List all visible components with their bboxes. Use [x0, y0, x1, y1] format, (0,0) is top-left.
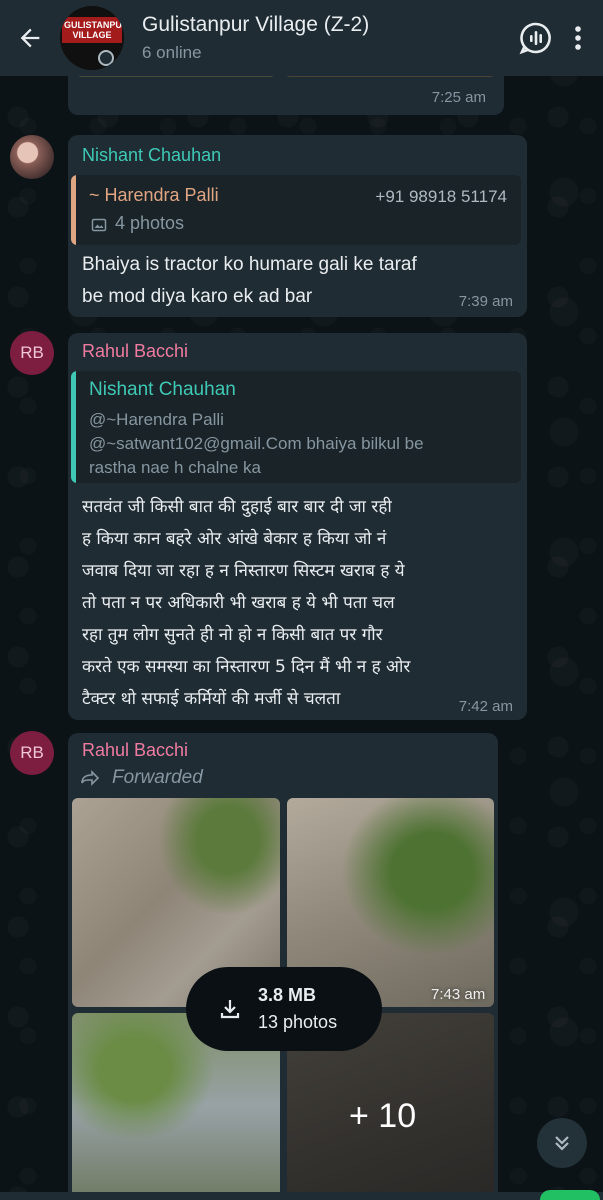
message-bubble[interactable]: Nishant Chauhan ~ Harendra Palli +91 989… — [68, 135, 527, 317]
image-icon — [91, 218, 107, 232]
avatar-initials: RB — [20, 343, 44, 362]
forward-icon — [81, 770, 100, 786]
avatar-initials: RB — [20, 743, 44, 762]
bottom-bar-edge — [0, 1192, 603, 1200]
message-line: रहा तुम लोग सुनते ही नो हो न किसी बात पर… — [82, 625, 383, 645]
download-count: 13 photos — [258, 1012, 338, 1032]
scroll-to-bottom-button[interactable] — [537, 1118, 587, 1168]
double-chevron-down-icon — [555, 1136, 569, 1151]
quoted-line: @~satwant102@gmail.Com bhaiya bilkul be — [89, 434, 424, 453]
message-line: करते एक समस्या का निस्तारण 5 दिन मैं भी … — [82, 657, 411, 677]
sender-name[interactable]: Rahul Bacchi — [82, 341, 188, 362]
gauge-icon — [98, 50, 114, 66]
group-avatar[interactable]: GULISTANPUR VILLAGE — [60, 6, 124, 70]
back-arrow-icon — [20, 28, 40, 48]
message-line: तो पता न पर अधिकारी भी खराब ह ये भी पता … — [82, 593, 395, 613]
message-time: 7:43 am — [431, 986, 486, 1003]
sender-avatar[interactable]: RB — [10, 731, 54, 775]
quoted-message[interactable]: ~ Harendra Palli +91 98918 51174 4 photo… — [71, 175, 521, 245]
group-avatar-logo: GULISTANPUR VILLAGE — [62, 17, 124, 43]
quoted-phone: +91 98918 51174 — [375, 187, 507, 206]
quote-bar — [71, 371, 76, 483]
download-button[interactable]: 3.8 MB 13 photos — [186, 967, 382, 1051]
chat-header: GULISTANPUR VILLAGE Gulistanpur Village … — [0, 0, 603, 76]
message-line: टैक्टर थो सफाई कर्मियों की मर्जी से चलता — [82, 689, 341, 709]
more-photos-count: + 10 — [349, 1097, 417, 1135]
message-line: be mod diya karo ek ad bar — [82, 286, 313, 307]
more-vert-icon[interactable] — [573, 24, 583, 52]
message-line: जवाब दिया जा रहा ह न निस्तारण सिस्टम खरा… — [82, 561, 405, 581]
message-bubble[interactable]: Rahul Bacchi Nishant Chauhan @~Harendra … — [68, 333, 527, 720]
fab-edge — [540, 1190, 600, 1200]
forwarded-label: Forwarded — [112, 767, 203, 788]
message-time: 7:42 am — [458, 698, 513, 715]
quoted-sender: Nishant Chauhan — [89, 379, 236, 400]
online-status: 6 online — [142, 43, 202, 62]
sender-avatar[interactable] — [10, 135, 54, 179]
quoted-sender: ~ Harendra Palli — [89, 185, 219, 205]
quoted-line: rastha nae h chalne ka — [89, 458, 262, 477]
chat-title: Gulistanpur Village (Z-2) — [142, 13, 370, 36]
message-line: Bhaiya is tractor ko humare gali ke tara… — [82, 254, 417, 275]
quoted-body: 4 photos — [115, 213, 185, 233]
quote-bar — [71, 175, 76, 245]
quoted-line: @~Harendra Palli — [89, 410, 224, 429]
message-text: Bhaiya is tractor ko humare gali ke tara… — [82, 249, 417, 313]
quoted-message[interactable]: Nishant Chauhan @~Harendra Palli @~satwa… — [71, 371, 521, 483]
message-text: सतवंत जी किसी बात की दुहाई बार बार दी जा… — [82, 491, 410, 715]
sender-name[interactable]: Nishant Chauhan — [82, 145, 221, 166]
download-icon — [220, 1000, 240, 1019]
chat-title-area[interactable]: Gulistanpur Village (Z-2) 6 online — [142, 13, 519, 63]
voice-chat-icon[interactable] — [519, 21, 553, 55]
message-line: ह किया कान बहरे ओर आंखे बेकार ह किया जो … — [82, 529, 387, 549]
download-size: 3.8 MB — [258, 985, 317, 1005]
back-button[interactable] — [0, 0, 60, 76]
sender-name[interactable]: Rahul Bacchi — [82, 740, 188, 761]
message-time: 7:25 am — [431, 89, 486, 106]
avatar-photo — [10, 135, 54, 179]
sender-avatar[interactable]: RB — [10, 331, 54, 375]
message-time: 7:39 am — [458, 293, 513, 310]
quoted-body: @~Harendra Palli @~satwant102@gmail.Com … — [89, 408, 424, 480]
message-line: सतवंत जी किसी बात की दुहाई बार बार दी जा… — [82, 497, 392, 517]
